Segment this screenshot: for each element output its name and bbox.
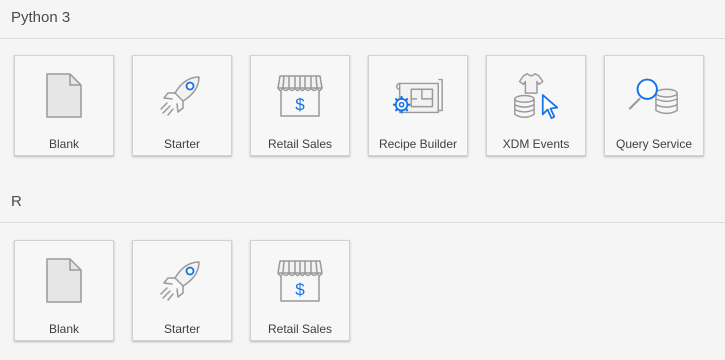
tile-label: Retail Sales: [267, 322, 333, 336]
tile-label: Blank: [48, 322, 80, 336]
blank-document-icon: [36, 70, 92, 122]
tile-python-recipe-builder[interactable]: Recipe Builder: [368, 55, 468, 156]
blueprint-gear-icon: [390, 70, 446, 122]
storefront-dollar-icon: $: [272, 70, 328, 122]
tile-label: Starter: [163, 137, 200, 151]
magnifier-database-icon: [626, 70, 682, 122]
section-title-python3: Python 3: [11, 9, 71, 26]
tile-label: XDM Events: [502, 137, 570, 151]
rocket-icon: [154, 70, 210, 122]
tile-label: Blank: [48, 137, 80, 151]
tile-python-xdm-events[interactable]: XDM Events: [486, 55, 586, 156]
shirt-database-cursor-icon: [508, 70, 564, 122]
svg-text:$: $: [295, 280, 305, 299]
tile-label: Recipe Builder: [378, 137, 458, 151]
tile-r-retail-sales[interactable]: $ Retail Sales: [250, 240, 350, 341]
blank-document-icon: [36, 255, 92, 307]
tile-r-starter[interactable]: Starter: [132, 240, 232, 341]
rocket-icon: [154, 255, 210, 307]
tile-python-starter[interactable]: Starter: [132, 55, 232, 156]
section-divider: [0, 222, 725, 223]
section-divider: [0, 38, 725, 39]
tile-r-blank[interactable]: Blank: [14, 240, 114, 341]
tile-label: Query Service: [615, 137, 693, 151]
tile-python-retail-sales[interactable]: $ Retail Sales: [250, 55, 350, 156]
tile-label: Retail Sales: [267, 137, 333, 151]
svg-text:$: $: [295, 95, 305, 114]
tile-python-blank[interactable]: Blank: [14, 55, 114, 156]
tile-label: Starter: [163, 322, 200, 336]
section-title-r: R: [11, 193, 22, 210]
storefront-dollar-icon: $: [272, 255, 328, 307]
tile-python-query-service[interactable]: Query Service: [604, 55, 704, 156]
